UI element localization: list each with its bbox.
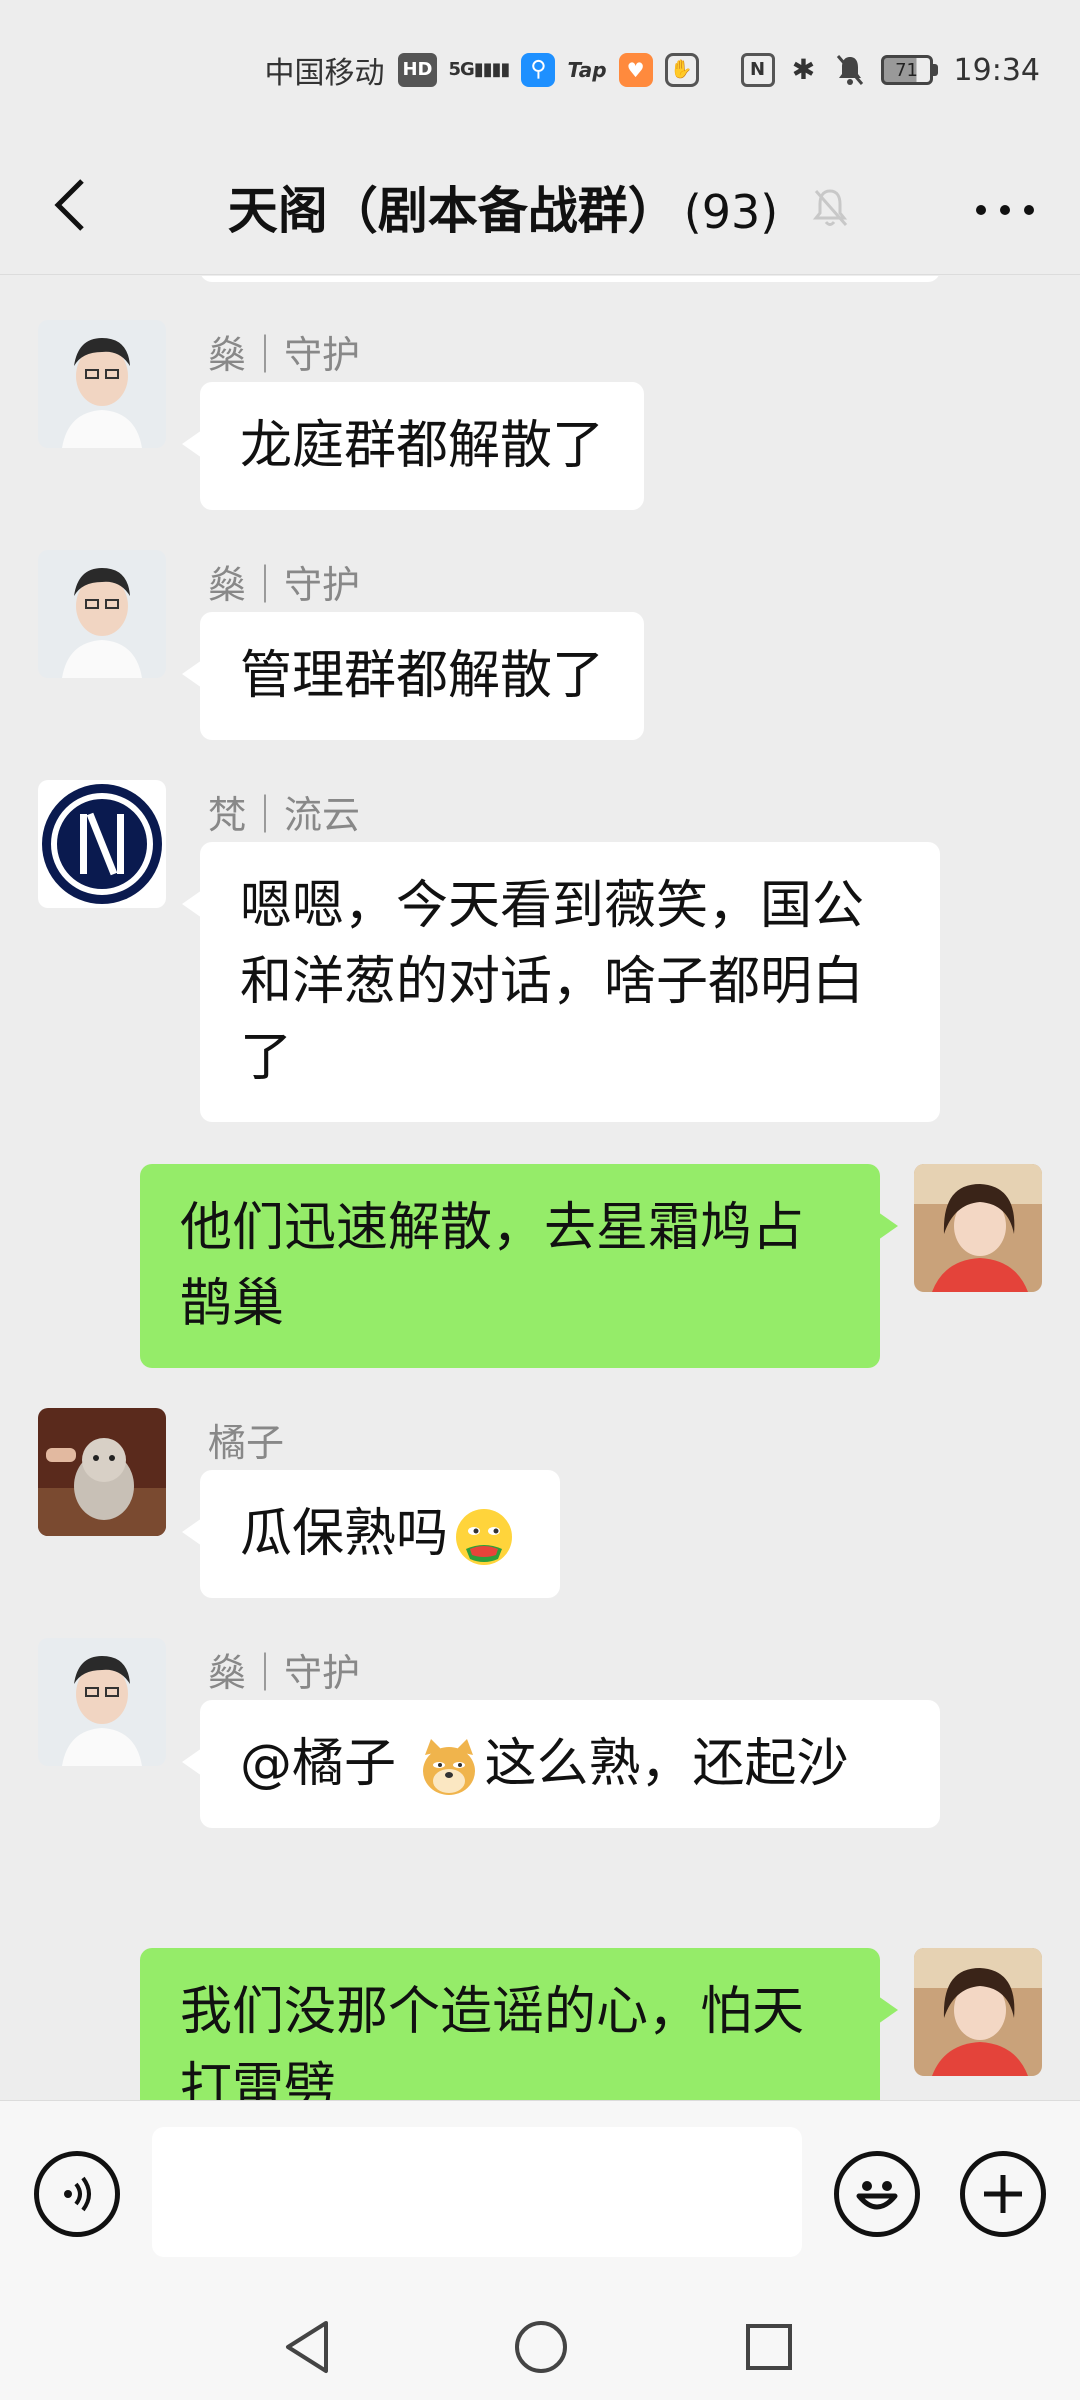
chat-title: 天阁（剧本备战群） (93) [227,182,779,240]
avatar[interactable] [38,1638,166,1766]
sender-name: 燊｜守护 [208,563,361,607]
chat-header: 天阁（剧本备战群） (93) [0,140,1080,275]
emoji-button[interactable] [834,2151,920,2237]
message-text: 瓜保熟吗 [240,1504,449,1564]
message-bubble[interactable]: 嗯嗯，今天看到薇笑，国公和洋葱的对话，啥子都明白了 [182,842,940,1122]
avatar[interactable] [38,780,166,908]
voice-icon [64,2176,91,2212]
search-app-icon: ⚲ [521,53,556,87]
avatar[interactable] [38,550,166,678]
hd-icon: HD [398,53,437,87]
taptap-app-icon: Tap [567,58,607,82]
square-recents-icon [746,2324,792,2370]
message-bubble[interactable]: 龙庭群都解散了 [181,382,645,510]
bluetooth-icon: ✱ [791,53,816,86]
bell-muted-icon [833,53,867,87]
triangle-back-icon [286,2321,328,2373]
message-bubble[interactable]: 我们没那个造谣的心，怕天打雷劈 [140,1948,898,2100]
more-options-button[interactable] [970,180,1040,240]
heart-app-icon: ♥ [618,53,653,87]
previous-message-bubble [200,276,940,282]
battery-icon: 71 [880,55,938,85]
sender-name: 橘子 [208,1421,285,1465]
back-button[interactable] [40,170,100,240]
more-functions-button[interactable] [960,2151,1046,2237]
plus-icon [984,2175,1022,2213]
message-text: 这么熟，还起沙 [484,1734,849,1794]
sender-name: 燊｜守护 [208,333,361,377]
mention-text: @橘子 [240,1734,413,1794]
system-navigation-bar [0,2290,1080,2400]
sender-name: 燊｜守护 [208,1651,361,1695]
nfc-icon: N [740,53,775,87]
circle-home-icon [515,2321,567,2373]
message-bubble[interactable]: 他们迅速解散，去星霜鸠占鹊巢 [140,1164,898,1368]
chat-message-list[interactable]: 燊｜守护 龙庭群都解散了 燊｜守护 管理群都解散了 梵｜流云 嗯嗯，今天看到薇笑… [0,276,1080,2100]
message-bubble[interactable]: 管理群都解散了 [181,612,645,740]
carrier-label: 中国移动 [264,56,385,91]
avatar[interactable] [914,1164,1042,1292]
signal-5g-icon: 5G ▮▮▮▮ [448,59,511,80]
mute-bell-icon [808,185,852,229]
input-bar [0,2100,1080,2290]
chevron-left-icon [54,179,84,231]
nav-recents-button[interactable] [734,2312,804,2382]
hand-app-icon: ✋ [664,53,699,87]
more-dots-icon [976,205,1034,215]
message-input[interactable] [152,2127,802,2257]
avatar[interactable] [914,1948,1042,2076]
doge-emoji-icon [422,1739,475,1795]
message-bubble[interactable]: @橘子 这么熟，还起沙 [182,1700,940,1828]
status-bar: 中国移动 HD 5G ▮▮▮▮ ⚲ Tap ♥ ✋ N ✱ 71 19:34 [0,0,1080,140]
avatar[interactable] [38,320,166,448]
nav-home-button[interactable] [506,2312,576,2382]
voice-input-button[interactable] [34,2151,120,2237]
sender-name: 梵｜流云 [208,793,361,837]
member-count: (93) [683,185,779,239]
smiley-icon [856,2181,898,2210]
melon-eating-emoji-icon [456,1509,513,1565]
nav-back-button[interactable] [272,2312,342,2382]
clock: 19:34 [953,52,1040,88]
avatar[interactable] [38,1408,166,1536]
message-bubble[interactable]: 瓜保熟吗 [181,1470,561,1598]
